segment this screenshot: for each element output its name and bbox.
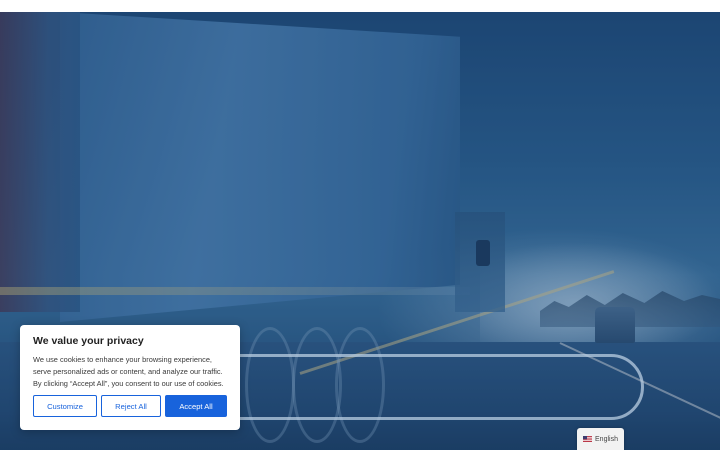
us-flag-icon [583, 436, 593, 442]
cookie-banner-title: We value your privacy [33, 335, 144, 347]
cookie-text-line: By clicking “Accept All”, you consent to… [33, 379, 224, 388]
language-label: English [595, 435, 618, 443]
customize-button[interactable]: Customize [33, 395, 97, 417]
top-bar [0, 0, 720, 12]
accept-all-button[interactable]: Accept All [165, 395, 227, 417]
language-switcher[interactable]: English [577, 428, 624, 450]
cookie-text-line: We use cookies to enhance your browsing … [33, 355, 212, 364]
page: We value your privacy We use cookies to … [0, 0, 720, 450]
cookie-text-line: serve personalized ads or content, and a… [33, 367, 223, 376]
cookie-consent-banner: We value your privacy We use cookies to … [20, 325, 240, 430]
cookie-banner-text: We use cookies to enhance your browsing … [33, 354, 227, 390]
cookie-button-row: Customize Reject All Accept All [33, 395, 227, 417]
reject-all-button[interactable]: Reject All [101, 395, 161, 417]
